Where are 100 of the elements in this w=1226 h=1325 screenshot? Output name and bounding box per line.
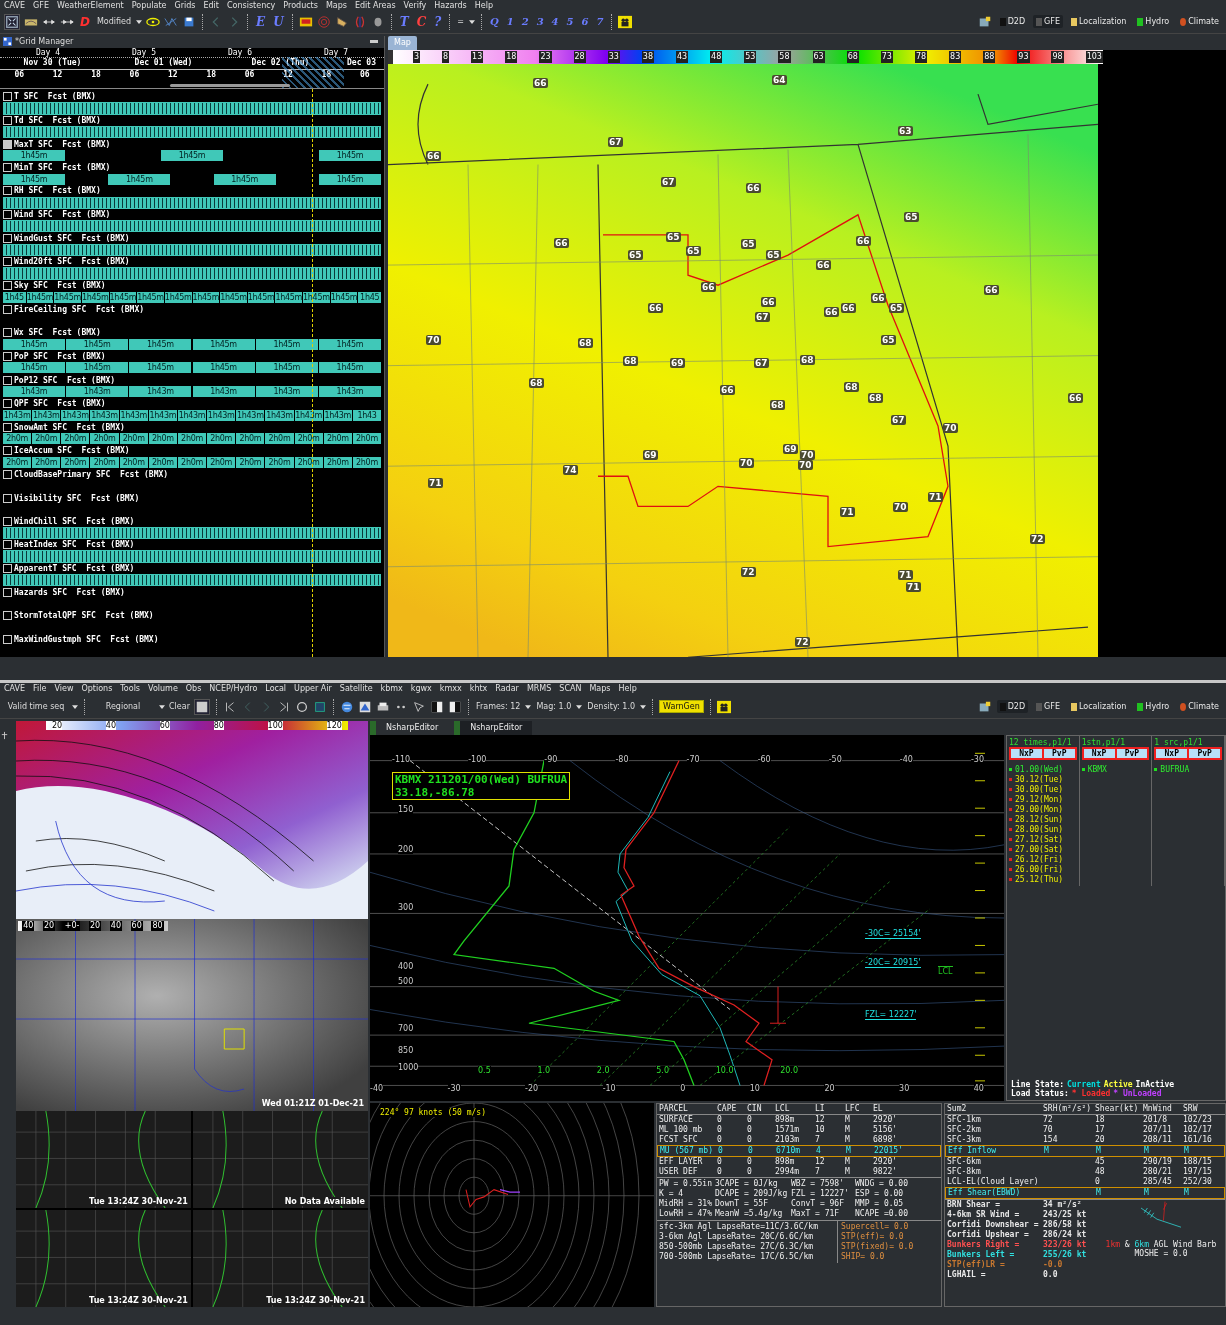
list-item[interactable]: 30.00(Tue) — [1015, 784, 1064, 794]
tool-button[interactable]: T — [397, 14, 411, 29]
open-perspective-icon[interactable] — [977, 699, 992, 714]
grid-block[interactable]: 1h43m — [32, 409, 61, 421]
menu-item[interactable]: khtx — [469, 683, 488, 695]
grid-block[interactable]: 1h45m — [192, 338, 255, 350]
cursor-icon[interactable] — [411, 699, 426, 714]
perspective-button[interactable]: D2D — [996, 15, 1029, 29]
people-icon[interactable] — [716, 699, 731, 714]
menu-item[interactable]: WeatherElement — [56, 0, 124, 11]
perspective-button[interactable]: Localization — [1067, 700, 1130, 713]
quick-set-button[interactable]: 6 — [579, 16, 591, 28]
menu-item[interactable]: Help — [618, 683, 637, 695]
quick-set-button[interactable]: 2 — [519, 16, 531, 28]
parcel-row[interactable]: ML 100 mb 0 0 1571m 10 M 5156' — [657, 1125, 941, 1135]
list-item[interactable]: 26.12(Fri) — [1015, 854, 1064, 864]
grid-block[interactable]: 1h45 — [358, 291, 381, 303]
grid-block[interactable]: 1h45m — [220, 291, 247, 303]
edit-tool-button[interactable]: U — [271, 14, 286, 29]
grid-block[interactable]: 2h0m — [32, 433, 61, 445]
grid-block[interactable]: 1h45m — [129, 338, 192, 350]
element-checkbox[interactable] — [3, 163, 12, 173]
caret-icon[interactable] — [525, 704, 532, 709]
menu-item[interactable]: Maps — [589, 683, 611, 695]
menu-item[interactable]: kgwx — [410, 683, 432, 695]
grid-block[interactable]: 1h43m — [3, 409, 32, 421]
weather-element-label[interactable]: WindChill SFC Fcst (BMX) — [14, 516, 135, 526]
grid-block[interactable]: 2h0m — [90, 433, 119, 445]
kinematic-row[interactable]: LCL-EL(Cloud Layer) 0 285/45 252/30 — [945, 1177, 1225, 1187]
density-dropdown[interactable]: Density: 1.0 — [586, 700, 637, 713]
kinematic-row[interactable]: SFC-2km 70 17 207/11 102/17 — [945, 1125, 1225, 1135]
grid-block[interactable]: 2h0m — [148, 456, 177, 468]
kinematic-row[interactable]: SFC-6km 45 290/19 188/15 — [945, 1157, 1225, 1167]
weather-element-label[interactable]: RH SFC Fcst (BMX) — [14, 186, 101, 196]
frames-dropdown[interactable]: Frames: 12 — [474, 700, 522, 713]
grid-timeline-band[interactable] — [3, 526, 381, 540]
element-checkbox[interactable] — [3, 210, 12, 219]
grid-block[interactable]: 2h0m — [323, 456, 352, 468]
list-item[interactable]: 26.00(Fri) — [1015, 864, 1064, 874]
parcel-row[interactable]: FCST SFC 0 0 2103m 7 M 6898' — [657, 1135, 941, 1145]
element-checkbox[interactable] — [3, 399, 12, 409]
element-checkbox[interactable] — [3, 493, 12, 503]
menu-item[interactable]: Volume — [148, 683, 178, 695]
element-checkbox[interactable] — [3, 611, 12, 621]
grid-block[interactable]: 1h43m — [66, 386, 129, 398]
menu-item[interactable]: Upper Air — [294, 683, 332, 695]
open-perspective-icon[interactable] — [977, 14, 992, 29]
grid-block[interactable]: 1h45m — [164, 291, 192, 303]
grid-timeline-band[interactable] — [3, 196, 381, 209]
menu-item[interactable]: Local — [265, 683, 287, 695]
list-item[interactable]: 28.12(Sun) — [1015, 814, 1064, 824]
caret-icon[interactable] — [72, 704, 78, 709]
grid-timeline-band[interactable] — [3, 125, 381, 139]
page-button[interactable]: NxP — [1010, 748, 1043, 759]
element-checkbox[interactable] — [3, 115, 12, 125]
grid-block[interactable]: 2h0m — [265, 456, 294, 468]
menu-item[interactable]: kmxx — [439, 683, 462, 695]
grid-block[interactable]: 1h45m — [26, 291, 54, 303]
grid-block[interactable]: 2h0m — [352, 433, 382, 445]
grid-timeline-band[interactable] — [3, 574, 381, 587]
grid-block[interactable]: 1h43m — [129, 386, 192, 398]
minimize-icon[interactable] — [370, 40, 378, 44]
list-item[interactable]: 01.00(Wed) — [1015, 764, 1064, 774]
image-icon[interactable] — [357, 699, 372, 714]
element-checkbox[interactable] — [3, 516, 12, 526]
weather-element-label[interactable]: PoP12 SFC Fcst (BMX) — [14, 375, 116, 385]
weather-element-label[interactable]: T SFC Fcst (BMX) — [14, 92, 96, 102]
menu-item[interactable]: Products — [283, 0, 318, 11]
weather-element-label[interactable]: Sky SFC Fcst (BMX) — [14, 281, 106, 291]
menu-item[interactable]: Hazards — [434, 0, 467, 11]
delta-tool-button[interactable]: D — [78, 14, 92, 29]
menu-item[interactable]: Edit Areas — [354, 0, 396, 11]
grid-block[interactable]: 1h45m — [318, 362, 381, 374]
element-checkbox[interactable] — [3, 351, 12, 361]
grid-block[interactable]: 2h0m — [352, 456, 382, 468]
menu-item[interactable]: View — [54, 683, 74, 695]
grid-block[interactable]: 2h0m — [294, 433, 323, 445]
grid-block[interactable]: 1h45m — [275, 291, 303, 303]
kinematic-row[interactable]: Eff Shear(EBWD) M M M — [945, 1187, 1225, 1199]
element-checkbox[interactable] — [3, 422, 12, 432]
perspective-button[interactable]: Hydro — [1134, 15, 1173, 29]
grid-block[interactable]: 1h43m — [236, 409, 265, 421]
fit-frame-icon[interactable] — [193, 698, 210, 715]
grid-block[interactable]: 1h45m — [54, 291, 81, 303]
caret-icon[interactable] — [576, 704, 583, 709]
menu-item[interactable]: CAVE — [4, 683, 26, 695]
weather-element-label[interactable]: Wind SFC Fcst (BMX) — [14, 210, 111, 219]
weather-element-label[interactable]: MinT SFC Fcst (BMX) — [14, 163, 111, 173]
weather-element-label[interactable]: StormTotalQPF SFC Fcst (BMX) — [14, 611, 154, 621]
menu-item[interactable]: kbmx — [380, 683, 403, 695]
grid-block[interactable]: 1h45m — [3, 338, 65, 350]
grid-timeline-band[interactable] — [3, 267, 381, 280]
kinematic-row[interactable]: SFC-8km 48 280/21 197/15 — [945, 1167, 1225, 1177]
quick-set-button[interactable]: Q — [487, 16, 501, 28]
tool-button[interactable]: C — [414, 14, 429, 29]
menu-item[interactable]: MRMS — [526, 683, 552, 695]
quick-set-button[interactable]: 4 — [549, 16, 561, 28]
grid-block[interactable]: 2h0m — [207, 433, 236, 445]
grid-block[interactable]: 1h45m — [255, 362, 318, 374]
loop-icon[interactable] — [294, 699, 309, 714]
